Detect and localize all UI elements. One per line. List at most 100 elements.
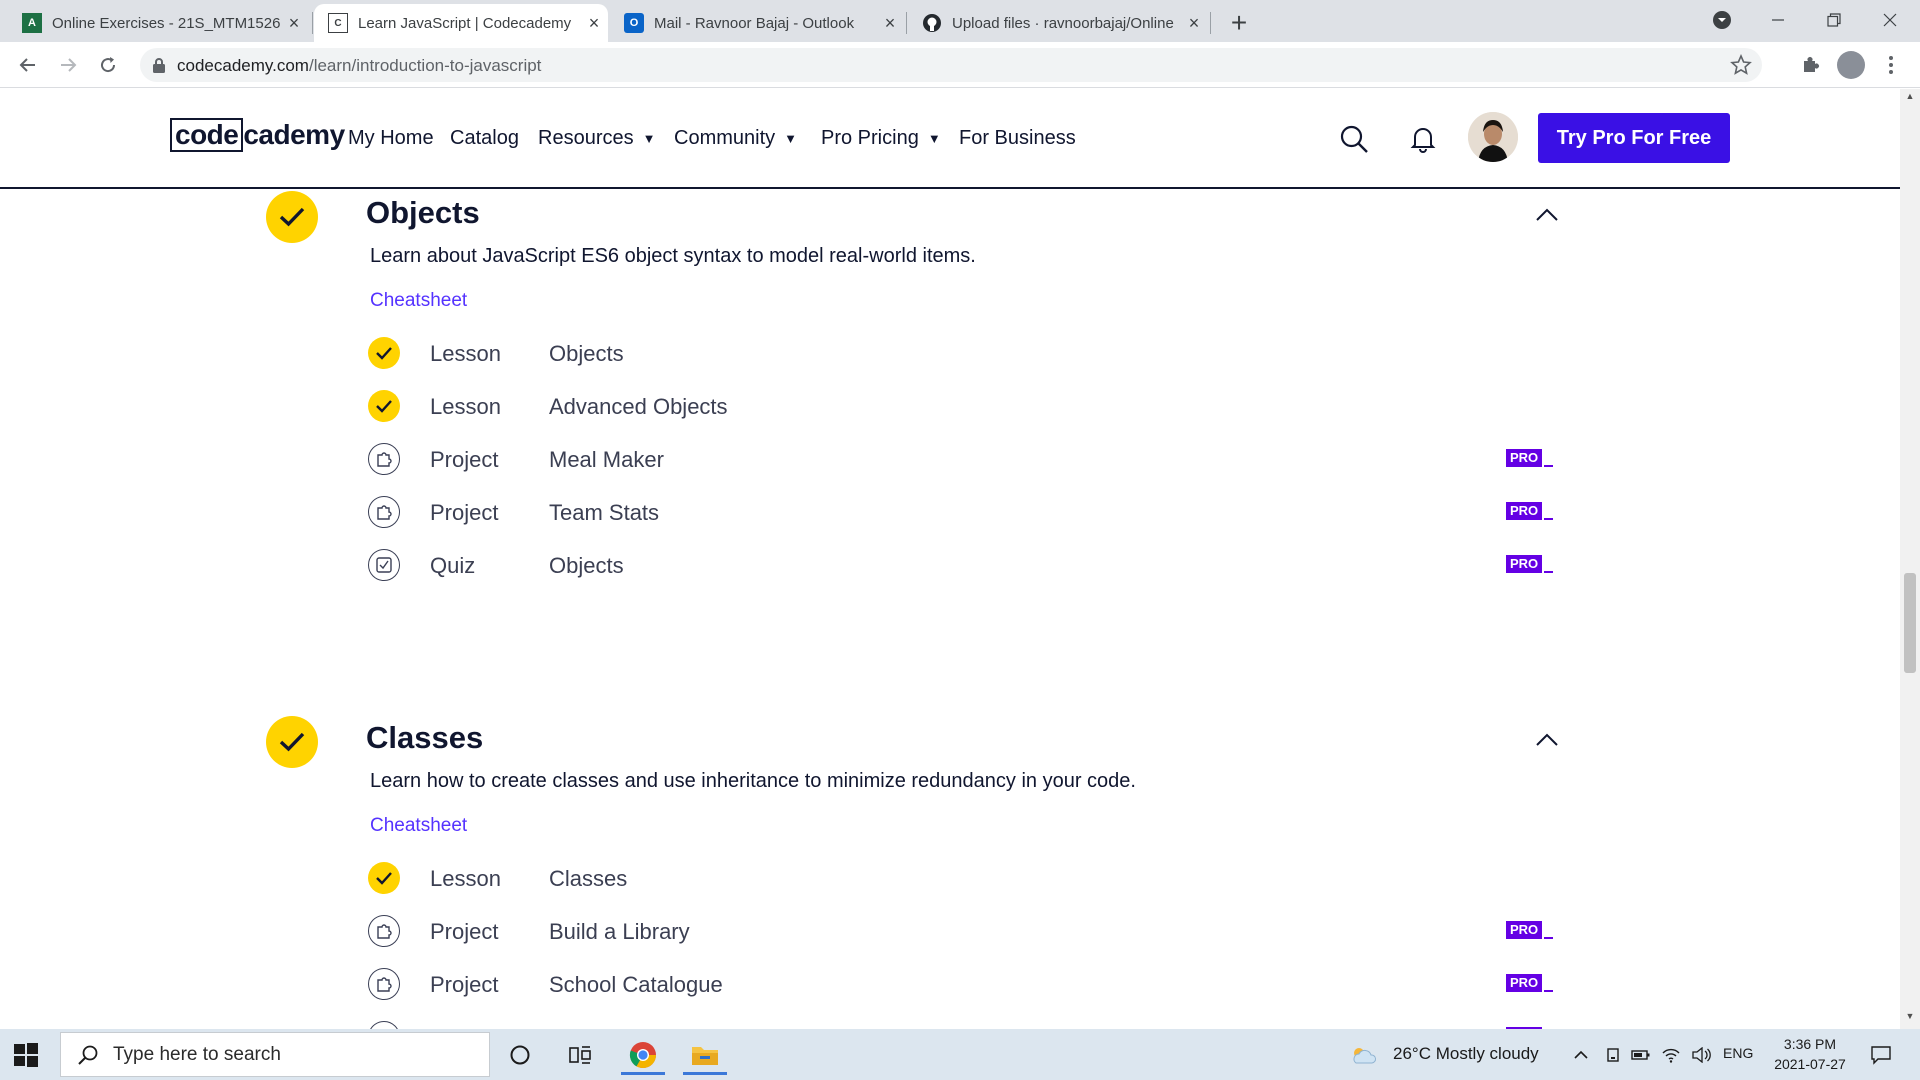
tab-learn-javascript[interactable]: C Learn JavaScript | Codecademy ×: [314, 4, 608, 42]
active-app-indicator: [683, 1072, 727, 1075]
nav-label: Catalog: [450, 127, 519, 149]
tab-online-exercises[interactable]: A Online Exercises - 21S_MTM1526 ×: [8, 4, 308, 42]
bell-icon[interactable]: [1403, 119, 1443, 159]
nav-community[interactable]: Community ▼: [674, 127, 797, 150]
wifi-icon[interactable]: [1656, 1035, 1686, 1075]
minimize-icon: [1772, 19, 1784, 21]
nav-for-business[interactable]: For Business: [959, 127, 1076, 150]
list-item[interactable]: Project Meal Maker PRO: [368, 439, 1558, 479]
volume-icon[interactable]: [1686, 1035, 1716, 1075]
list-item[interactable]: Project Build a Library PRO: [368, 911, 1558, 951]
item-name: Advanced Objects: [549, 394, 728, 419]
item-kind: Quiz: [430, 553, 476, 578]
close-tab-icon[interactable]: ×: [280, 13, 308, 34]
project-puzzle-icon: [368, 443, 400, 475]
system-clock[interactable]: 3:36 PM 2021-07-27: [1760, 1034, 1860, 1074]
cheatsheet-link[interactable]: Cheatsheet: [370, 815, 467, 837]
scroll-up-arrow-icon[interactable]: ▲: [1900, 91, 1920, 107]
close-tab-icon[interactable]: ×: [1180, 13, 1208, 34]
try-pro-button[interactable]: Try Pro For Free: [1538, 113, 1730, 163]
tab-github-upload[interactable]: Upload files · ravnoorbajaj/Online ×: [908, 4, 1208, 42]
windows-start-icon[interactable]: [12, 1041, 48, 1069]
search-icon[interactable]: [1334, 119, 1374, 159]
nav-label: Community: [674, 127, 776, 149]
file-explorer-icon[interactable]: [679, 1035, 731, 1075]
cortana-icon[interactable]: [494, 1035, 546, 1075]
nav-pro-pricing[interactable]: Pro Pricing ▼: [821, 127, 941, 150]
pro-label: PRO: [1506, 555, 1543, 573]
notification-center-icon[interactable]: [1858, 1035, 1904, 1075]
nav-resources[interactable]: Resources ▼: [538, 127, 655, 150]
lock-icon[interactable]: [152, 57, 166, 78]
item-name: School Catalogue: [549, 972, 723, 997]
minimize-button[interactable]: [1750, 0, 1806, 40]
weather-text[interactable]: 26°C Mostly cloudy: [1393, 1044, 1539, 1064]
task-view-icon[interactable]: [554, 1035, 606, 1075]
item-name: Objects: [549, 341, 624, 366]
clock-date: 2021-07-27: [1774, 1056, 1846, 1072]
reload-button[interactable]: [92, 49, 124, 81]
syllabus-content: Objects Learn about JavaScript ES6 objec…: [0, 191, 1900, 1029]
new-tab-button[interactable]: +: [1222, 6, 1256, 40]
list-item[interactable]: Lesson Classes: [368, 858, 1558, 898]
back-button[interactable]: [12, 49, 44, 81]
module-title: Objects: [366, 195, 480, 230]
module-description: Learn how to create classes and use inhe…: [370, 770, 1136, 792]
restore-icon: [1827, 13, 1841, 27]
avatar[interactable]: [1468, 112, 1518, 162]
forward-button[interactable]: [52, 49, 84, 81]
close-tab-icon[interactable]: ×: [876, 13, 904, 34]
codecademy-logo[interactable]: code cademy: [170, 118, 345, 152]
taskbar-search-input[interactable]: Type here to search: [60, 1032, 490, 1077]
url-path: /learn/introduction-to-javascript: [308, 56, 542, 75]
nav-label: Pro Pricing: [821, 127, 919, 149]
list-item[interactable]: Quiz Objects PRO: [368, 545, 1558, 585]
nav-catalog[interactable]: Catalog: [450, 127, 519, 150]
tab-divider: [1210, 12, 1211, 34]
item-kind: Lesson: [430, 866, 501, 891]
close-window-button[interactable]: [1862, 0, 1918, 40]
github-icon: [922, 13, 942, 33]
scroll-down-arrow-icon[interactable]: ▼: [1900, 1011, 1920, 1027]
collapse-chevron-up-icon[interactable]: [1534, 730, 1560, 750]
pro-label: PRO: [1506, 974, 1543, 992]
nav-my-home[interactable]: My Home: [348, 127, 434, 150]
project-puzzle-icon: [368, 915, 400, 947]
arrow-left-icon: [19, 58, 35, 72]
battery-icon[interactable]: [1626, 1035, 1656, 1075]
chevron-up-icon[interactable]: [1566, 1035, 1596, 1075]
input-language[interactable]: ENG: [1723, 1045, 1753, 1061]
weather-cloud-icon[interactable]: [1346, 1035, 1382, 1075]
extensions-puzzle-icon[interactable]: [1797, 51, 1825, 79]
arrow-right-icon: [61, 58, 77, 72]
list-item[interactable]: Lesson Objects: [368, 333, 1558, 373]
kebab-menu-icon[interactable]: [1877, 51, 1905, 79]
profile-avatar-icon[interactable]: [1837, 51, 1865, 79]
item-status-icon: [368, 1021, 400, 1029]
cheatsheet-link[interactable]: Cheatsheet: [370, 290, 467, 312]
bookmark-star-icon[interactable]: [1730, 53, 1752, 81]
list-item[interactable]: Project Team Stats PRO: [368, 492, 1558, 532]
caret-down-icon: ▼: [784, 131, 798, 146]
module-description: Learn about JavaScript ES6 object syntax…: [370, 245, 976, 267]
collapse-chevron-up-icon[interactable]: [1534, 205, 1560, 225]
restore-button[interactable]: [1806, 0, 1862, 40]
project-puzzle-icon: [368, 968, 400, 1000]
close-tab-icon[interactable]: ×: [580, 13, 608, 34]
chrome-icon[interactable]: [617, 1035, 669, 1075]
page-scrollbar[interactable]: ▲ ▼: [1900, 89, 1920, 1029]
pro-label: PRO: [1506, 921, 1543, 939]
codecademy-icon: C: [328, 13, 348, 33]
list-item-partial[interactable]: PRO: [368, 1017, 1558, 1029]
chevron-down-circle-icon: [1713, 11, 1731, 29]
windows-taskbar: Type here to search 26°C Mostly cloudy E…: [0, 1029, 1920, 1080]
tab-outlook-mail[interactable]: O Mail - Ravnoor Bajaj - Outlook ×: [610, 4, 904, 42]
pro-badge: PRO: [1506, 555, 1554, 573]
list-item[interactable]: Project School Catalogue PRO: [368, 964, 1558, 1004]
list-item[interactable]: Lesson Advanced Objects: [368, 386, 1558, 426]
scrollbar-thumb[interactable]: [1904, 573, 1916, 673]
tab-search-button[interactable]: [1694, 0, 1750, 40]
device-icon[interactable]: [1598, 1035, 1628, 1075]
address-bar[interactable]: codecademy.com/learn/introduction-to-jav…: [140, 48, 1762, 82]
tab-divider: [906, 12, 907, 34]
